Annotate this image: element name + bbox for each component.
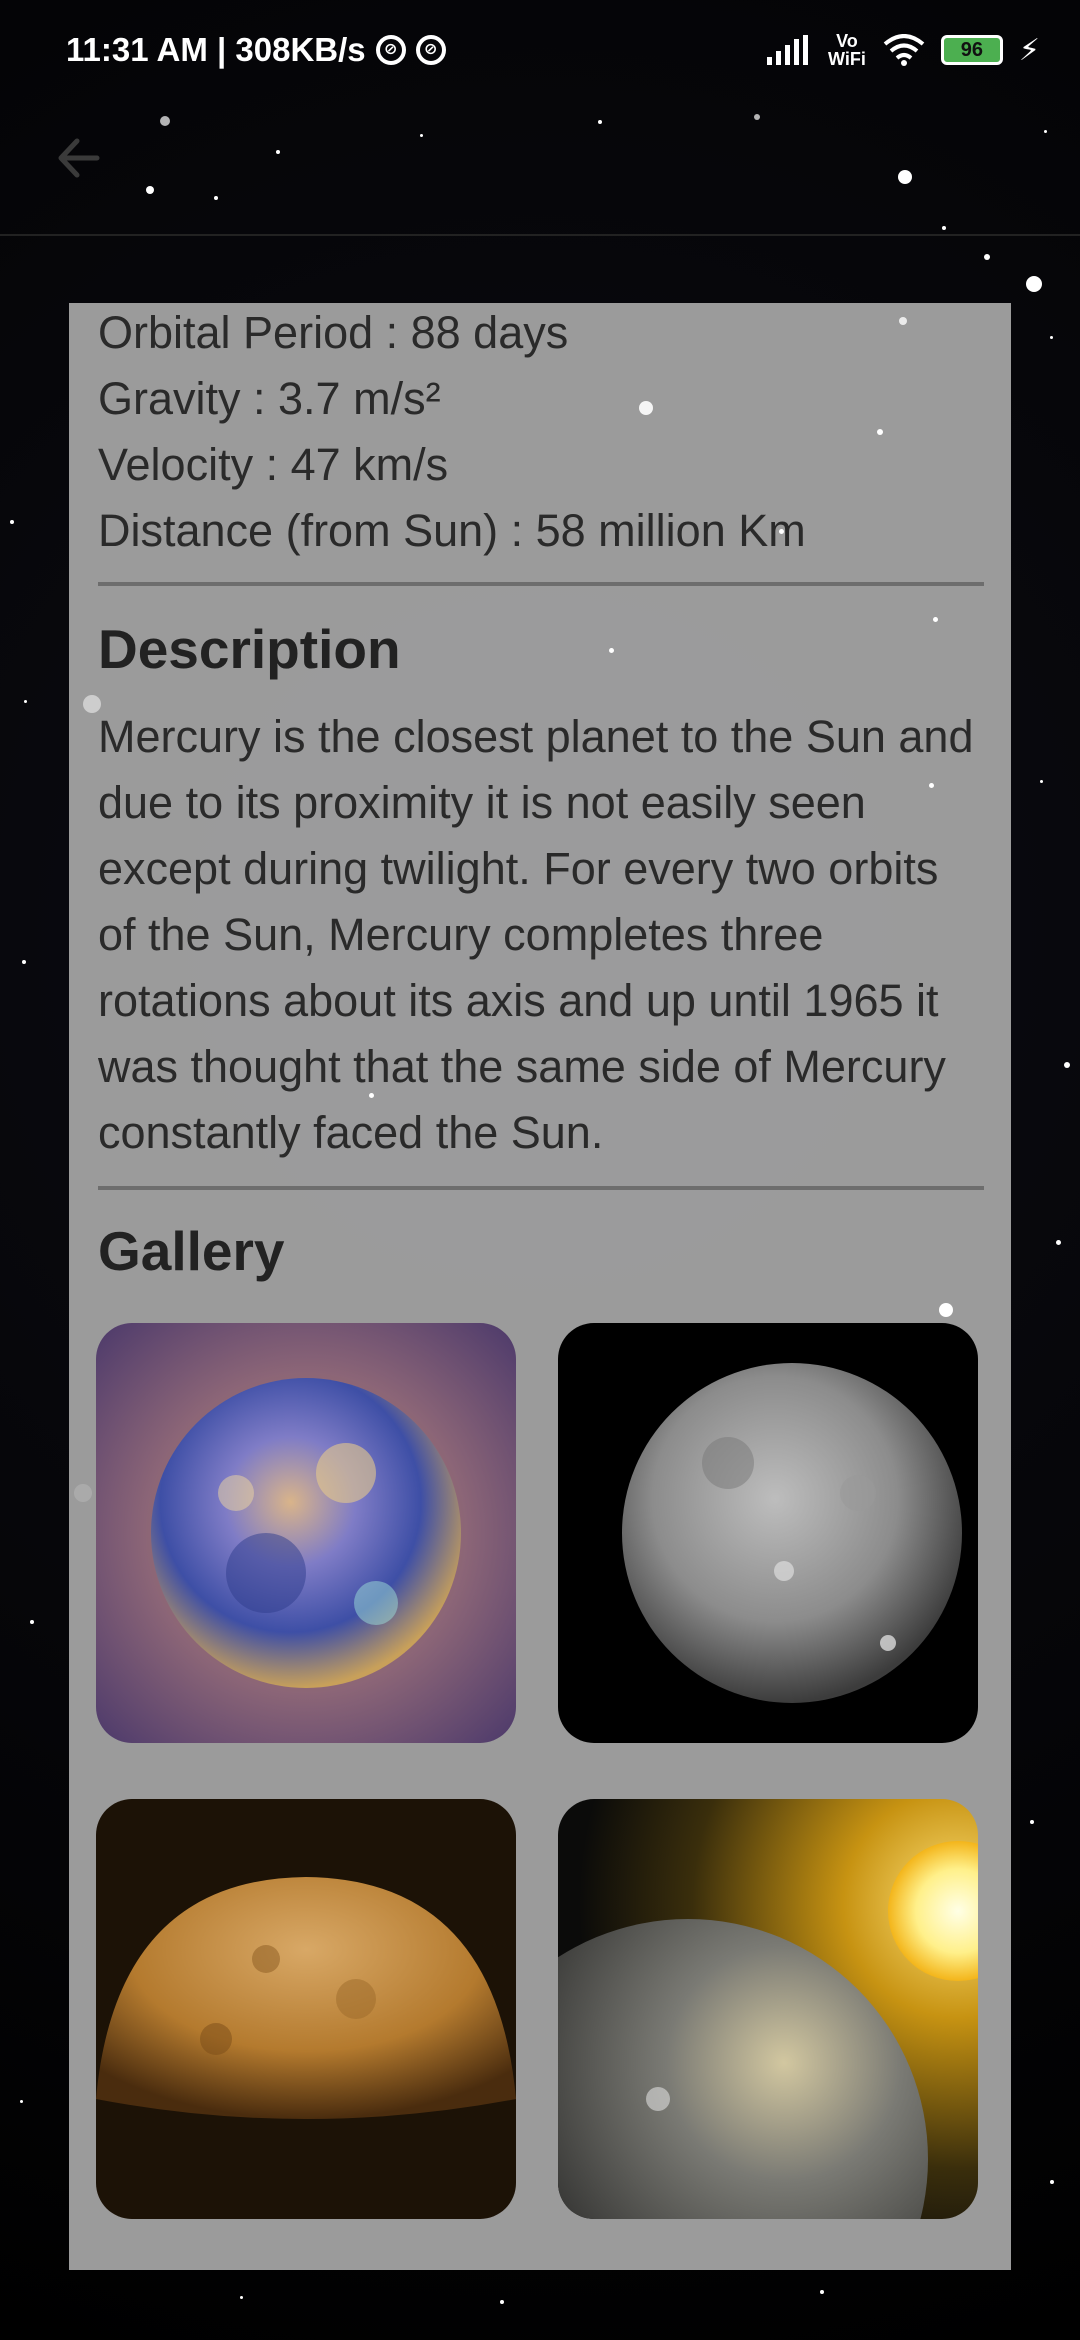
divider <box>98 1186 984 1190</box>
mercury-with-sun-image[interactable] <box>558 1799 978 2219</box>
charging-icon: ⚡ <box>1018 33 1040 67</box>
data-saver-icon: ⊘ <box>375 35 406 65</box>
stat-velocity: Velocity : 47 km/s <box>98 439 449 490</box>
sync-icon: ⊘ <box>415 35 446 65</box>
divider <box>98 582 984 586</box>
back-arrow-icon <box>58 138 100 178</box>
status-left: 11:31 AM | 308KB/s ⊘ ⊘ <box>66 31 446 69</box>
app-bar <box>0 80 1080 236</box>
battery-indicator: 96 <box>940 35 1003 65</box>
back-button[interactable] <box>40 120 116 196</box>
vowifi-label: Vo WiFi <box>828 31 866 69</box>
status-right: Vo WiFi 96 ⚡ <box>766 31 1040 69</box>
mercury-grayscale-image[interactable] <box>558 1323 978 1743</box>
planet-details-card: Orbital Period : 88 days Gravity : 3.7 m… <box>69 303 1011 2270</box>
status-time-speed: 11:31 AM | 308KB/s <box>66 31 366 68</box>
planet-stats: Orbital Period : 88 days Gravity : 3.7 m… <box>98 303 984 564</box>
wifi-icon <box>883 34 925 66</box>
gallery-grid <box>96 1323 978 2219</box>
description-text: Mercury is the closest planet to the Sun… <box>98 711 974 1158</box>
stat-orbital-period: Orbital Period : 88 days <box>98 307 569 358</box>
description-title: Description <box>98 618 401 680</box>
signal-icon <box>766 35 808 65</box>
mercury-color-enhanced-image[interactable] <box>96 1323 516 1743</box>
gallery-title: Gallery <box>98 1220 285 1282</box>
stat-gravity: Gravity : 3.7 m/s² <box>98 373 441 424</box>
mercury-golden-surface-image[interactable] <box>96 1799 516 2219</box>
card-content: Orbital Period : 88 days Gravity : 3.7 m… <box>98 303 984 1286</box>
stat-distance: Distance (from Sun) : 58 million Km <box>98 505 806 556</box>
